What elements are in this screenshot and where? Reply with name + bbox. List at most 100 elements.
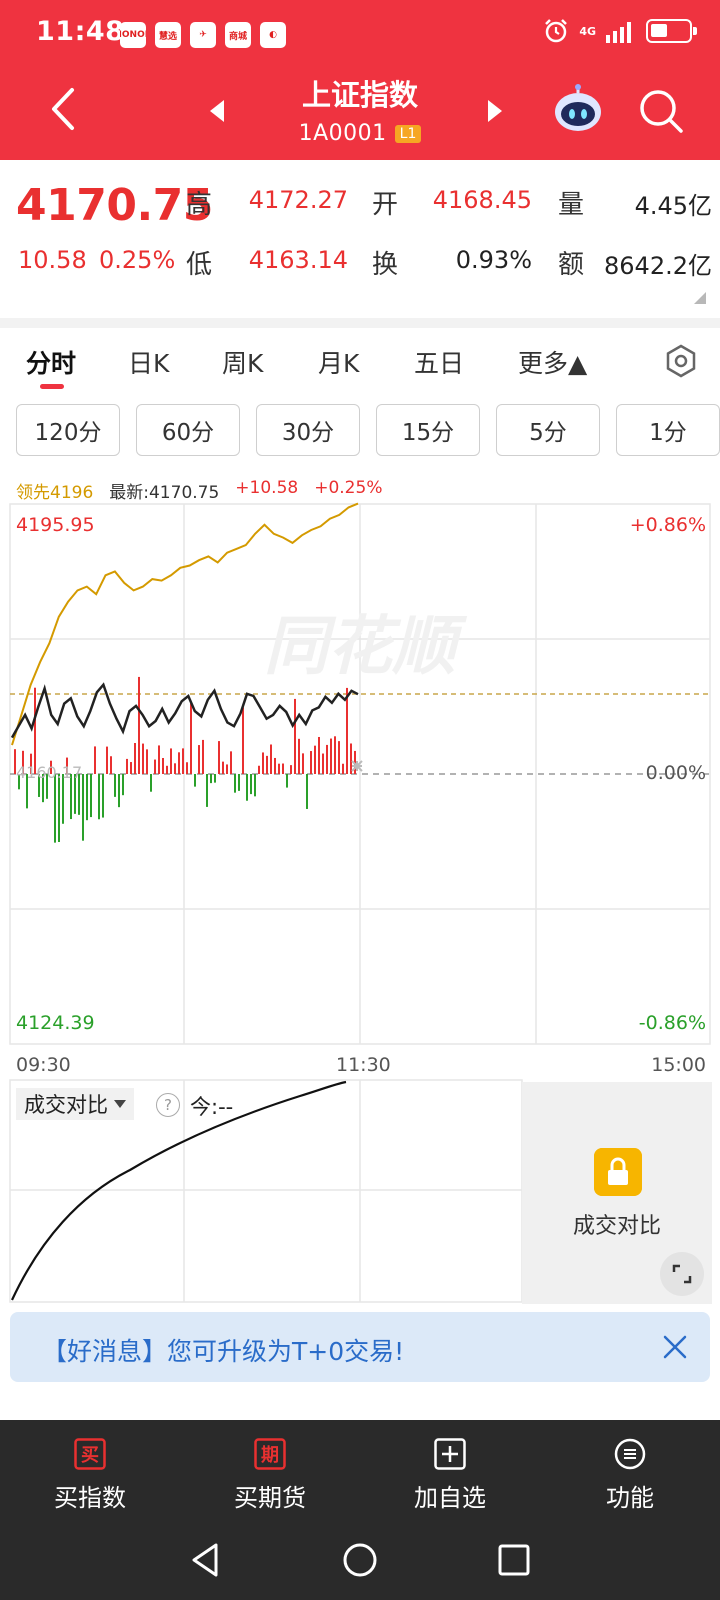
period-selector: 120分 60分 30分 15分 5分 1分	[16, 404, 720, 456]
nav-home-icon[interactable]	[340, 1540, 380, 1580]
time-label-close: 15:00	[651, 1054, 706, 1076]
alarm-icon	[545, 19, 568, 43]
futures-icon: 期	[254, 1438, 286, 1470]
next-stock-button[interactable]	[484, 98, 506, 124]
turnover-label: 换	[372, 250, 399, 280]
close-icon[interactable]	[662, 1334, 688, 1360]
tab-five-day[interactable]: 五日	[414, 344, 464, 380]
volume-bar	[170, 748, 172, 774]
volume-bar	[234, 774, 236, 793]
volume-bar	[262, 752, 264, 774]
tab-intraday[interactable]: 分时	[26, 344, 76, 380]
volume-bar	[254, 774, 256, 797]
buy-index-button[interactable]: 买 买指数	[0, 1420, 180, 1520]
network-type: 4G	[579, 24, 596, 38]
volume-bar	[230, 751, 232, 774]
volume-bar	[138, 676, 140, 774]
open-value: 4168.45	[432, 186, 532, 214]
buy-futures-button[interactable]: 期 买期货	[180, 1420, 360, 1520]
current-price: 4170.75	[16, 180, 213, 231]
tab-monthly-k[interactable]: 月K	[318, 344, 359, 380]
open-label: 开	[372, 190, 399, 220]
volume-bar	[238, 774, 240, 791]
volume-bar	[310, 751, 312, 774]
volume-bar	[34, 687, 36, 774]
volume-bar	[158, 745, 160, 774]
battery-icon	[646, 19, 697, 43]
level-badge: L1	[394, 124, 422, 143]
volume-bar	[110, 756, 112, 774]
prev-close-label: 4160.17	[16, 763, 82, 782]
functions-button[interactable]: 功能	[540, 1420, 720, 1520]
volume-bar	[350, 743, 352, 774]
app-icon-2: 慧选	[155, 22, 181, 48]
volume-bar	[326, 744, 328, 774]
tab-daily-k[interactable]: 日K	[128, 344, 169, 380]
volume-bar	[294, 698, 296, 774]
price-change: 10.58	[18, 246, 87, 274]
volume-bar	[150, 774, 152, 792]
period-30min[interactable]: 30分	[256, 404, 360, 456]
volume-bar	[82, 774, 84, 841]
volume-bar	[130, 762, 132, 774]
min-price-label: 4124.39	[16, 1012, 95, 1034]
volume-bar	[162, 757, 164, 774]
amount-value: 8642.2亿	[604, 252, 712, 280]
volume-bar	[206, 774, 208, 807]
page-title: 上证指数	[301, 78, 418, 112]
quote-summary: 4170.75 10.58 0.25% 高 4172.27 开 4168.45 …	[0, 160, 720, 322]
volume-bar	[246, 774, 248, 801]
volume-bar	[166, 765, 168, 774]
intraday-chart[interactable]: 同花顺 4160.17	[0, 500, 720, 1060]
volume-bar	[134, 743, 136, 774]
stock-code: 1A0001	[298, 121, 387, 146]
high-value: 4172.27	[248, 186, 348, 214]
period-60min[interactable]: 60分	[136, 404, 240, 456]
volume-bar	[106, 746, 108, 774]
volume-bar	[218, 741, 220, 774]
max-pct-label: +0.86%	[629, 514, 706, 536]
nav-recents-icon[interactable]	[494, 1540, 534, 1580]
volume-bar	[98, 774, 100, 820]
volume-bar	[114, 774, 116, 797]
volume-bar	[178, 752, 180, 774]
min-pct-label: -0.86%	[638, 1012, 706, 1034]
volume-bar	[190, 703, 192, 774]
help-icon[interactable]: ?	[156, 1093, 180, 1117]
tab-more[interactable]: 更多▲	[518, 344, 587, 380]
volume-label: 量	[558, 190, 585, 220]
price-line	[10, 682, 359, 739]
add-favorite-icon	[434, 1438, 466, 1470]
chart-settings-icon[interactable]	[664, 344, 698, 378]
period-120min[interactable]: 120分	[16, 404, 120, 456]
volume-bar	[314, 745, 316, 774]
search-icon[interactable]	[636, 86, 686, 136]
robot-assistant-icon[interactable]	[552, 84, 604, 136]
period-5min[interactable]: 5分	[496, 404, 600, 456]
volume-bar	[290, 765, 292, 774]
volume-bar	[174, 763, 176, 774]
buy-index-label: 买指数	[54, 1484, 126, 1512]
time-label-midday: 11:30	[336, 1054, 391, 1076]
amount-label: 额	[558, 250, 585, 280]
volume-bar	[182, 748, 184, 774]
tab-weekly-k[interactable]: 周K	[222, 344, 263, 380]
period-15min[interactable]: 15分	[376, 404, 480, 456]
price-change-pct: 0.25%	[99, 246, 176, 274]
volume-bar	[346, 687, 348, 774]
volume-compare-dropdown[interactable]: 成交对比	[16, 1088, 134, 1120]
volume-bar	[250, 774, 252, 795]
nav-back-icon[interactable]	[186, 1540, 226, 1580]
fullscreen-icon[interactable]	[660, 1252, 704, 1296]
volume-bar	[118, 774, 120, 808]
add-favorite-button[interactable]: 加自选	[360, 1420, 540, 1520]
volume-bar	[186, 762, 188, 774]
functions-label: 功能	[606, 1484, 654, 1512]
volume-bar	[342, 763, 344, 774]
volume-bar	[270, 744, 272, 774]
app-icon-5: ◐	[260, 22, 286, 48]
period-1min[interactable]: 1分	[616, 404, 720, 456]
promo-banner[interactable]: 【好消息】您可升级为T+0交易!	[10, 1312, 710, 1382]
volume-compare-panel[interactable]: 成交对比	[522, 1082, 712, 1304]
expand-quote-triangle[interactable]	[694, 292, 706, 304]
